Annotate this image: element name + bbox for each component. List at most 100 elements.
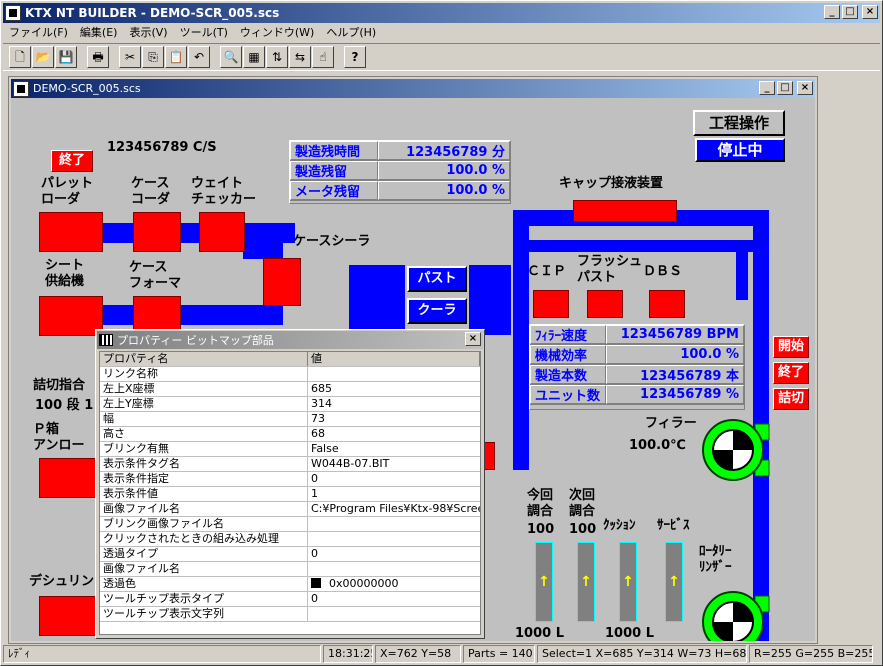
distribute-icon[interactable]: ⇆: [289, 46, 311, 68]
property-row[interactable]: ツールチップ表示タイプ 0: [100, 592, 480, 607]
depalletizer[interactable]: [39, 596, 103, 636]
filler-motor-icon[interactable]: [699, 416, 773, 484]
cut-icon[interactable]: ✂: [119, 46, 141, 68]
doc-close-button[interactable]: ×: [797, 81, 813, 95]
tank-konkai[interactable]: ↑: [535, 542, 553, 622]
property-value[interactable]: W044B-07.BIT: [308, 457, 480, 471]
sheet-feeder[interactable]: [39, 296, 103, 336]
weight-checker[interactable]: [199, 212, 245, 252]
menu-view[interactable]: 表示(V): [123, 24, 173, 40]
print-icon[interactable]: 🖶: [87, 46, 109, 68]
tank-service[interactable]: ↑: [665, 542, 683, 622]
property-value[interactable]: 68: [308, 427, 480, 441]
property-icon[interactable]: ☝: [312, 46, 334, 68]
process-operation-button[interactable]: 工程操作: [693, 110, 785, 136]
property-name: 幅: [100, 412, 308, 426]
start-button[interactable]: 開始: [773, 336, 809, 358]
pipe-mid-horizontal[interactable]: [513, 240, 753, 252]
property-value[interactable]: [308, 367, 480, 381]
property-value[interactable]: 1: [308, 487, 480, 501]
property-row[interactable]: 透過タイプ 0: [100, 547, 480, 562]
property-row[interactable]: クリックされたときの組み込み処理: [100, 532, 480, 547]
doc-maximize-button[interactable]: □: [777, 81, 793, 95]
cip-unit[interactable]: [533, 290, 569, 318]
property-value[interactable]: [308, 607, 480, 621]
cs-counter: 123456789 C/S: [107, 140, 217, 155]
flash-past-unit[interactable]: [587, 290, 623, 318]
rinser-motor-icon[interactable]: [699, 588, 773, 641]
tank-jikai[interactable]: ↑: [577, 542, 595, 622]
konkai-label: 今回 調合: [527, 488, 554, 519]
conveyor-bottom[interactable]: [103, 305, 283, 325]
property-row[interactable]: 表示条件タグ名 W044B-07.BIT: [100, 457, 480, 472]
end-tag[interactable]: 終了: [51, 150, 93, 172]
copy-icon[interactable]: ⎘: [142, 46, 164, 68]
case-coder[interactable]: [133, 212, 181, 252]
property-value[interactable]: 0: [308, 472, 480, 486]
pallet-loader[interactable]: [39, 212, 103, 252]
property-name-header[interactable]: プロパティ名: [100, 352, 308, 366]
open-folder-icon[interactable]: 📂: [32, 46, 54, 68]
paste-icon[interactable]: 📋: [165, 46, 187, 68]
tank-cushion[interactable]: ↑: [619, 542, 637, 622]
zoom-icon[interactable]: 🔍: [220, 46, 242, 68]
cap-device[interactable]: [573, 200, 677, 222]
tsumekiri-button[interactable]: 詰切: [773, 388, 809, 410]
property-row[interactable]: ツールチップ表示文字列: [100, 607, 480, 622]
property-value[interactable]: 73: [308, 412, 480, 426]
past-button[interactable]: パスト: [407, 266, 467, 292]
menu-help[interactable]: ヘルプ(H): [320, 24, 382, 40]
property-row[interactable]: 表示条件値 1: [100, 487, 480, 502]
property-value[interactable]: C:¥Program Files¥Ktx-98¥Screen¥: [308, 502, 480, 516]
property-value[interactable]: 685: [308, 382, 480, 396]
property-value-header[interactable]: 値: [308, 352, 480, 366]
jikai-label: 次回 調合: [569, 488, 596, 519]
undo-icon[interactable]: ↶: [188, 46, 210, 68]
property-row[interactable]: リンク名称: [100, 367, 480, 382]
doc-minimize-button[interactable]: _: [759, 81, 775, 95]
property-row[interactable]: 高さ 68: [100, 427, 480, 442]
sealer-block-right[interactable]: [469, 265, 511, 335]
property-value[interactable]: [308, 532, 480, 546]
property-row[interactable]: 左上X座標 685: [100, 382, 480, 397]
property-close-button[interactable]: ×: [465, 332, 481, 346]
case-sealer[interactable]: [263, 258, 301, 306]
conveyor-riser[interactable]: [243, 223, 283, 259]
close-button[interactable]: ×: [862, 5, 878, 19]
property-row[interactable]: 左上Y座標 314: [100, 397, 480, 412]
align-icon[interactable]: ⇅: [266, 46, 288, 68]
property-titlebar[interactable]: プロパティー ビットマップ部品 ×: [97, 331, 483, 349]
menu-edit[interactable]: 編集(E): [74, 24, 124, 40]
pipe-inner-vertical[interactable]: [736, 240, 748, 300]
property-value[interactable]: False: [308, 442, 480, 456]
minimize-button[interactable]: _: [824, 5, 840, 19]
save-icon[interactable]: 💾: [55, 46, 77, 68]
maximize-button[interactable]: □: [842, 5, 858, 19]
property-row[interactable]: 表示条件指定 0: [100, 472, 480, 487]
document-titlebar[interactable]: DEMO-SCR_005.scs _ □ ×: [11, 79, 815, 98]
property-row[interactable]: 画像ファイル名: [100, 562, 480, 577]
property-row[interactable]: 幅 73: [100, 412, 480, 427]
cooler-button[interactable]: クーラ: [407, 298, 467, 324]
property-value[interactable]: 314: [308, 397, 480, 411]
property-value[interactable]: [308, 562, 480, 576]
property-row[interactable]: ブリンク有無 False: [100, 442, 480, 457]
property-value[interactable]: 0: [308, 592, 480, 606]
main-titlebar[interactable]: KTX NT BUILDER - DEMO-SCR_005.scs _ □ ×: [3, 3, 880, 23]
property-row[interactable]: 透過色 0x00000000: [100, 577, 480, 592]
help-icon[interactable]: ?: [344, 46, 366, 68]
dbs-unit[interactable]: [649, 290, 685, 318]
property-row[interactable]: 画像ファイル名 C:¥Program Files¥Ktx-98¥Screen¥: [100, 502, 480, 517]
new-file-icon[interactable]: 🗋: [9, 46, 31, 68]
menu-file[interactable]: ファイル(F): [3, 24, 74, 40]
menu-window[interactable]: ウィンドウ(W): [234, 24, 320, 40]
stop-button[interactable]: 終了: [773, 362, 809, 384]
property-value[interactable]: 0x00000000: [308, 577, 480, 591]
pbox-unloader[interactable]: [39, 458, 103, 498]
property-value[interactable]: 0: [308, 547, 480, 561]
sealer-block-left[interactable]: [349, 265, 405, 335]
menu-tools[interactable]: ツール(T): [174, 24, 234, 40]
grid-icon[interactable]: ▦: [243, 46, 265, 68]
property-row[interactable]: ブリンク画像ファイル名: [100, 517, 480, 532]
property-value[interactable]: [308, 517, 480, 531]
